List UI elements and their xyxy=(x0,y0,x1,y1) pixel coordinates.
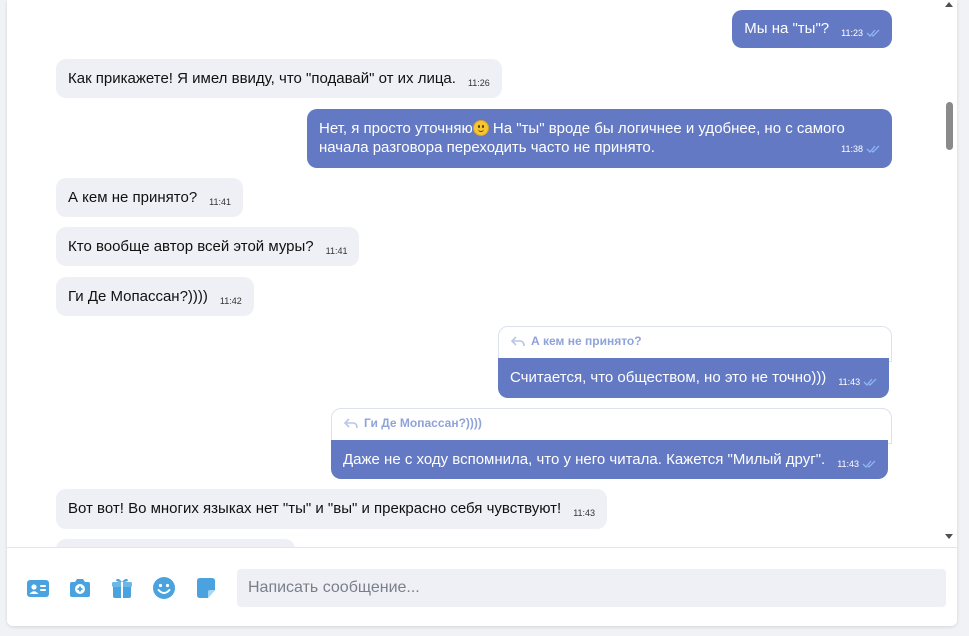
message-incoming[interactable]: Как прикажете! Я имел ввиду, что "подава… xyxy=(56,59,502,98)
read-checks-icon xyxy=(866,29,880,37)
message-text: Кто вообще автор всей этой муры? xyxy=(68,238,314,255)
read-checks-icon xyxy=(862,460,876,468)
reply-quote-text: А кем не принято? xyxy=(531,334,642,348)
message-time: 11:23 xyxy=(841,28,863,38)
message-time: 11:43 xyxy=(837,459,860,469)
message-text: А кем не принято? xyxy=(68,189,198,206)
message-outgoing[interactable]: Считается, что обществом, но это не точн… xyxy=(498,358,890,398)
reply-quote[interactable]: Ги Де Мопассан?)))) xyxy=(331,408,892,444)
message-text: Считается, что обществом, но это не точн… xyxy=(510,369,827,386)
message-time: 11:43 xyxy=(838,377,861,387)
message-outgoing[interactable]: Мы на "ты"? 11:23 xyxy=(732,10,892,48)
reply-quote[interactable]: А кем не принято? xyxy=(498,326,892,362)
message-outgoing[interactable]: Нет, я просто уточняю На "ты" вроде бы л… xyxy=(307,109,892,168)
message-time: 11:42 xyxy=(219,296,242,306)
read-checks-icon xyxy=(866,145,880,153)
reply-arrow-icon xyxy=(510,336,525,347)
message-composer xyxy=(7,547,957,626)
camera-icon[interactable] xyxy=(68,576,92,600)
scroll-down-icon[interactable] xyxy=(945,534,953,539)
message-text: Как прикажете! Я имел ввиду, что "подава… xyxy=(68,70,456,87)
chat-panel: Мы на "ты"? 11:23 Как прикажете! Я имел в… xyxy=(7,0,957,626)
message-time: 11:26 xyxy=(467,78,490,88)
message-text: Ги Де Мопассан?)))) xyxy=(68,288,208,305)
message-time: 11:41 xyxy=(209,197,232,207)
emoji-icon[interactable] xyxy=(152,576,176,600)
message-text: Даже не с ходу вспомнила, что у него чит… xyxy=(343,451,826,468)
scrollbar[interactable] xyxy=(943,0,955,547)
message-text: Вот вот! Во многих языках нет "ты" и "вы… xyxy=(68,500,562,517)
message-text: Нет, я просто уточняю На "ты" вроде бы л… xyxy=(319,120,845,137)
message-outgoing[interactable]: Даже не с ходу вспомнила, что у него чит… xyxy=(331,440,889,479)
message-input[interactable] xyxy=(237,569,946,607)
read-checks-icon xyxy=(863,378,877,386)
message-incoming[interactable]: Ги Де Мопассан?)))) 11:42 xyxy=(56,277,254,316)
message-text: Мы на "ты"? xyxy=(744,20,830,37)
sticker-icon[interactable] xyxy=(194,576,218,600)
reply-quote-text: Ги Де Мопассан?)))) xyxy=(364,416,482,430)
message-incoming[interactable]: Кто вообще автор всей этой муры? 11:41 xyxy=(56,227,360,266)
message-time: 11:41 xyxy=(325,246,348,256)
smile-emoji-icon xyxy=(472,120,489,136)
reply-arrow-icon xyxy=(343,418,358,429)
message-list[interactable]: Мы на "ты"? 11:23 Как прикажете! Я имел в… xyxy=(7,0,957,547)
contact-card-icon[interactable] xyxy=(26,576,50,600)
gift-icon[interactable] xyxy=(110,576,134,600)
message-incoming[interactable]: Вот вот! Во многих языках нет "ты" и "вы… xyxy=(56,489,608,529)
message-incoming[interactable]: А кем не принято? 11:41 xyxy=(56,178,244,217)
scrollbar-thumb[interactable] xyxy=(946,102,953,150)
message-incoming-partial[interactable] xyxy=(56,539,295,547)
scroll-up-icon[interactable] xyxy=(945,2,953,7)
message-time: 11:43 xyxy=(573,508,596,518)
message-time: 11:38 xyxy=(841,144,863,154)
